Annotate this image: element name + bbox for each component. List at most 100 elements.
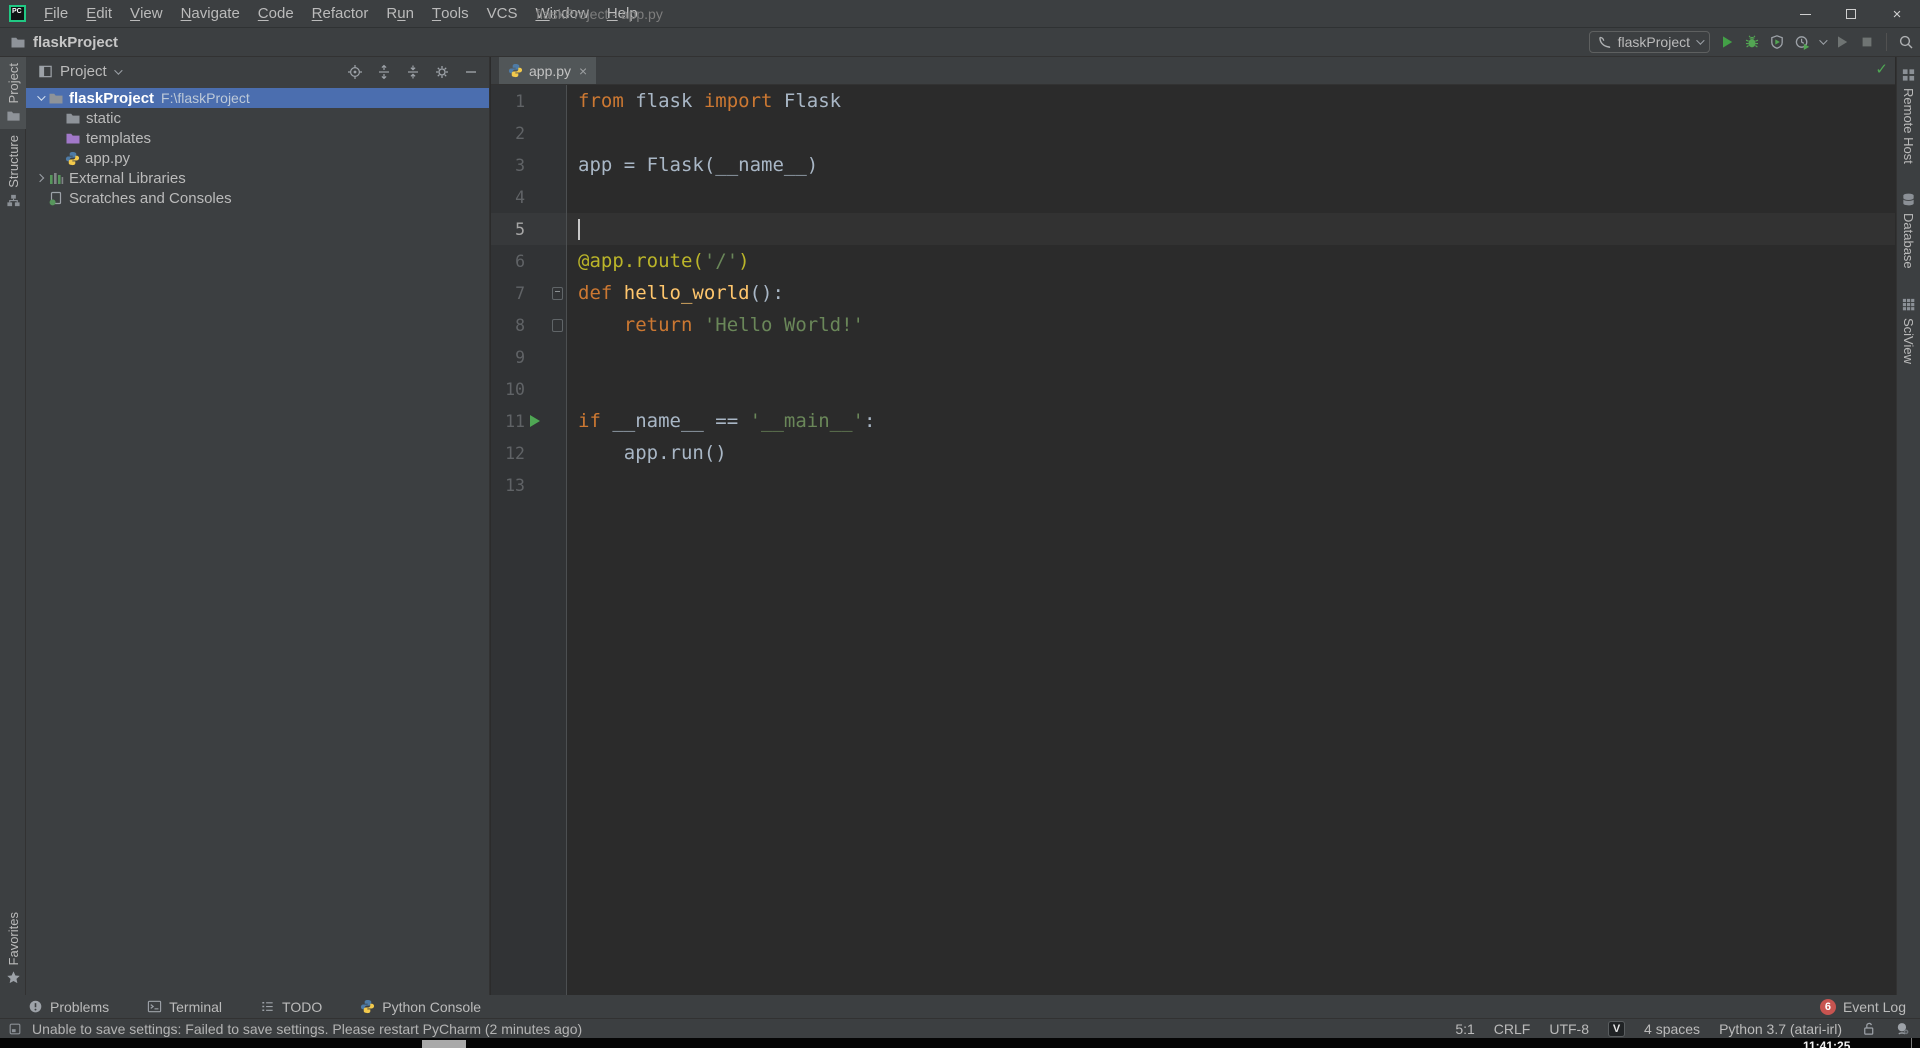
- hide-panel-button[interactable]: [463, 64, 479, 80]
- project-breadcrumb[interactable]: flaskProject: [0, 34, 118, 51]
- project-panel-actions: [347, 64, 479, 80]
- profiler-chevron-icon[interactable]: [1819, 36, 1827, 44]
- toolwindow-button-problems[interactable]: Problems: [28, 999, 109, 1015]
- stripe-tab-favorites[interactable]: Favorites: [0, 906, 26, 991]
- tree-item-external-libraries[interactable]: External Libraries: [26, 168, 489, 188]
- run-configuration-select[interactable]: flaskProject: [1589, 31, 1710, 53]
- code-text-area[interactable]: def hello_world():: [567, 277, 1895, 309]
- gutter: [491, 501, 567, 995]
- close-button[interactable]: ×: [1874, 0, 1920, 28]
- stripe-tab-structure[interactable]: Structure: [0, 129, 26, 214]
- window-controls: ×: [1782, 0, 1920, 28]
- menu-view[interactable]: View: [121, 0, 172, 27]
- status-widget-write-access[interactable]: [1861, 1021, 1876, 1036]
- tool-window-switcher-icon[interactable]: [8, 1022, 22, 1036]
- menu-navigate[interactable]: Navigate: [172, 0, 249, 27]
- chevron-down-icon: [1696, 36, 1704, 44]
- stripe-tab-project[interactable]: Project: [0, 57, 26, 129]
- token-txt: __name__ ==: [612, 410, 749, 432]
- menu-file[interactable]: File: [35, 0, 77, 27]
- debug-button[interactable]: [1744, 34, 1760, 50]
- code-line-1: 1from flask import Flask: [491, 85, 1895, 117]
- maximize-icon: [1846, 9, 1856, 19]
- taskbar-clock[interactable]: 11:41:25: [1803, 1039, 1850, 1048]
- tree-item-app-py[interactable]: app.py: [26, 148, 489, 168]
- code-text-area[interactable]: app.run(): [567, 437, 1895, 469]
- stripe-tab-sciview[interactable]: SciView: [1897, 287, 1920, 382]
- toolwindow-button-python-console[interactable]: Python Console: [360, 999, 481, 1015]
- expand-all-button[interactable]: [376, 64, 392, 80]
- editor-empty-space[interactable]: [491, 501, 1895, 995]
- line-number: 5: [495, 220, 525, 239]
- status-widget-highlighting-level[interactable]: [1895, 1021, 1910, 1036]
- code-editor[interactable]: 1from flask import Flask23app = Flask(__…: [491, 85, 1895, 995]
- code-line-10: 10: [491, 373, 1895, 405]
- status-widget-indent[interactable]: 4 spaces: [1644, 1021, 1700, 1037]
- status-widget-encoding[interactable]: UTF-8: [1549, 1021, 1589, 1037]
- status-widget-ideavim[interactable]: V: [1608, 1021, 1625, 1037]
- menu-code[interactable]: Code: [249, 0, 303, 27]
- menu-edit[interactable]: Edit: [77, 0, 121, 27]
- tree-item-templates[interactable]: templates: [26, 128, 489, 148]
- tab-app-py[interactable]: app.py ×: [499, 57, 596, 84]
- settings-gear-icon[interactable]: [434, 64, 450, 80]
- maximize-button[interactable]: [1828, 0, 1874, 28]
- collapse-all-button[interactable]: [405, 64, 421, 80]
- code-text-area[interactable]: [567, 469, 1895, 501]
- status-widget-caret-position[interactable]: 5:1: [1455, 1021, 1474, 1037]
- stripe-label: Database: [1901, 213, 1916, 269]
- project-views-chevron-icon[interactable]: [114, 66, 122, 74]
- code-text-area[interactable]: from flask import Flask: [567, 85, 1895, 117]
- chevron-down-icon[interactable]: [32, 95, 48, 101]
- toolwindow-button-todo[interactable]: TODO: [260, 999, 322, 1015]
- inspections-ok-icon[interactable]: ✓: [1875, 62, 1888, 77]
- search-everywhere-button[interactable]: [1898, 34, 1914, 50]
- folder-icon: [48, 90, 64, 106]
- code-text-area[interactable]: app = Flask(__name__): [567, 149, 1895, 181]
- code-text-area[interactable]: [567, 181, 1895, 213]
- token-kw: if: [578, 410, 612, 432]
- code-text: app = Flask(__name__): [567, 154, 818, 176]
- toolwindow-button-terminal[interactable]: Terminal: [147, 999, 222, 1015]
- run-with-coverage-button[interactable]: [1769, 34, 1785, 50]
- fold-marker[interactable]: [548, 319, 566, 332]
- code-text-area[interactable]: [567, 117, 1895, 149]
- chevron-right-icon[interactable]: [32, 175, 48, 181]
- code-line-11: 11if __name__ == '__main__':: [491, 405, 1895, 437]
- menu-tools[interactable]: Tools: [423, 0, 478, 27]
- status-widget-interpreter[interactable]: Python 3.7 (atari-irl): [1719, 1021, 1842, 1037]
- code-text-area[interactable]: if __name__ == '__main__':: [567, 405, 1895, 437]
- run-disabled-button: [1834, 34, 1850, 50]
- select-opened-file-button[interactable]: [347, 64, 363, 80]
- status-widget-line-separator[interactable]: CRLF: [1494, 1021, 1531, 1037]
- code-text-area[interactable]: [567, 213, 1895, 245]
- token-kw: def: [578, 282, 624, 304]
- tree-item-scratches-and-consoles[interactable]: Scratches and Consoles: [26, 188, 489, 208]
- minimize-button[interactable]: [1782, 0, 1828, 28]
- menu-run[interactable]: Run: [377, 0, 423, 27]
- code-text-area[interactable]: return 'Hello World!': [567, 309, 1895, 341]
- run-line-icon[interactable]: [525, 415, 545, 427]
- fold-marker[interactable]: [548, 287, 566, 300]
- code-text-area[interactable]: [567, 341, 1895, 373]
- run-button[interactable]: [1719, 34, 1735, 50]
- editor-area[interactable]: app.py × 1from flask import Flask23app =…: [491, 57, 1895, 995]
- project-panel-header: Project: [26, 57, 489, 86]
- line-number: 4: [495, 188, 525, 207]
- tree-item-flaskproject[interactable]: flaskProjectF:\flaskProject: [26, 88, 489, 108]
- menu-vcs[interactable]: VCS: [478, 0, 527, 27]
- code-text-area[interactable]: [567, 373, 1895, 405]
- taskbar-button[interactable]: [422, 1040, 466, 1048]
- fold-end-icon: [552, 319, 563, 332]
- tab-close-icon[interactable]: ×: [579, 64, 587, 78]
- event-log-button[interactable]: 6 Event Log: [1820, 999, 1906, 1015]
- fold-start-icon: [552, 287, 563, 300]
- tree-item-static[interactable]: static: [26, 108, 489, 128]
- stripe-tab-remote-host[interactable]: Remote Host: [1897, 57, 1920, 182]
- code-text-area[interactable]: @app.route('/'): [567, 245, 1895, 277]
- main-toolbar: flaskProject flaskProject: [0, 28, 1920, 57]
- code-text: app.run(): [567, 442, 727, 464]
- menu-refactor[interactable]: Refactor: [303, 0, 378, 27]
- stripe-tab-database[interactable]: Database: [1897, 182, 1920, 287]
- profiler-button[interactable]: [1794, 34, 1810, 50]
